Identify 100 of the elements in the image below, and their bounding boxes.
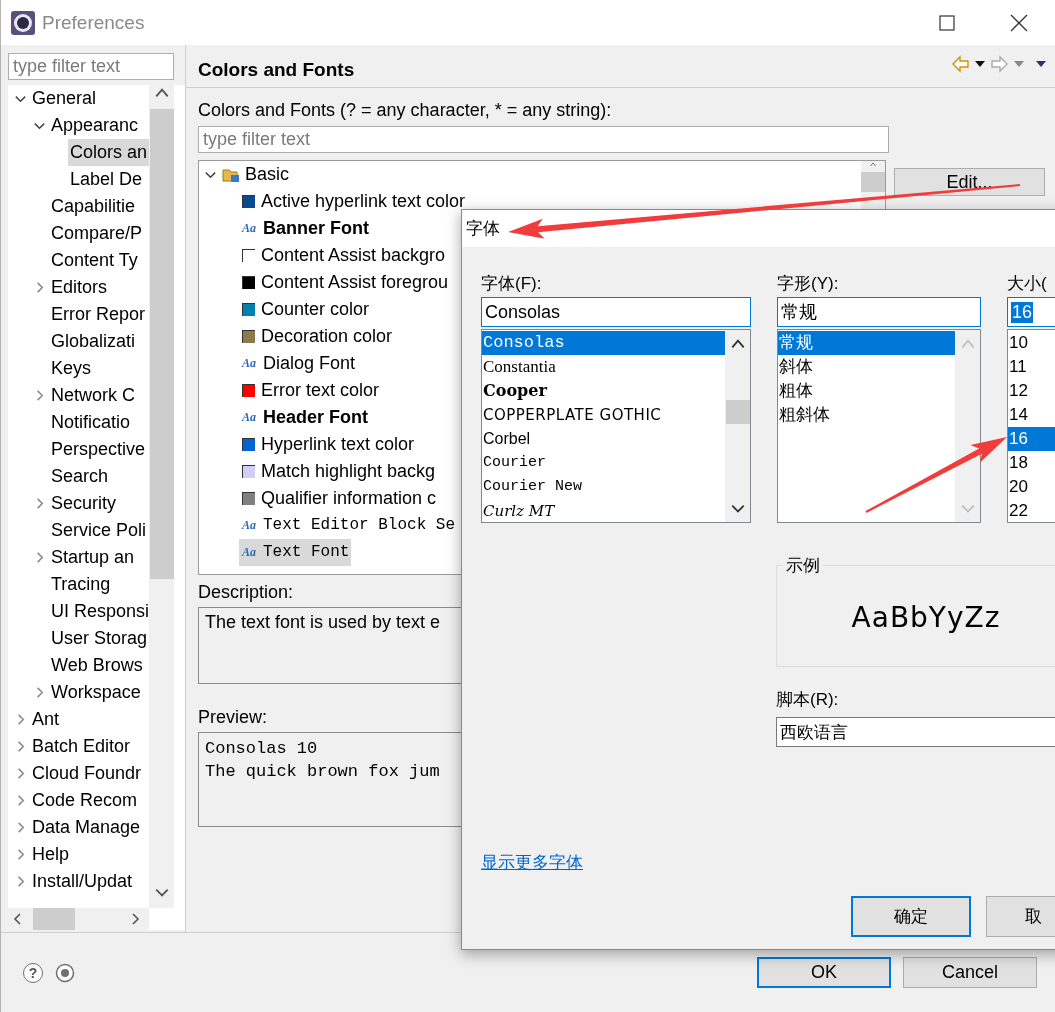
- tree-item[interactable]: Data Manage: [30, 814, 143, 841]
- tree-item[interactable]: Service Poli: [49, 517, 149, 544]
- list-item[interactable]: 14: [1008, 403, 1055, 427]
- tree-item[interactable]: Aa Banner Font: [239, 215, 371, 242]
- list-item[interactable]: 10: [1008, 331, 1055, 355]
- tree-item[interactable]: Content Assist foregrou: [239, 269, 451, 296]
- tree-item[interactable]: Startup an: [49, 544, 137, 571]
- dialog-button[interactable]: 确定: [851, 896, 972, 937]
- list-item[interactable]: Constantia: [482, 355, 725, 379]
- scrollbar-thumb[interactable]: [33, 908, 75, 930]
- scrollbar-thumb[interactable]: [861, 172, 885, 192]
- back-arrow-icon: [951, 55, 970, 73]
- tree-item[interactable]: Keys: [49, 355, 94, 382]
- tree-item[interactable]: Install/Updat: [30, 868, 135, 895]
- list-item[interactable]: 18: [1008, 451, 1055, 475]
- tree-item[interactable]: General: [30, 85, 99, 112]
- dialog-button[interactable]: OK: [757, 957, 891, 988]
- tree-item[interactable]: Cloud Foundr: [30, 760, 144, 787]
- scrollbar[interactable]: [8, 908, 149, 930]
- tree-item[interactable]: Batch Editor: [30, 733, 133, 760]
- list-box[interactable]: 10 11 12 14 16 18 20 22: [1007, 329, 1055, 523]
- tree-item[interactable]: Hyperlink text color: [239, 431, 417, 458]
- circle-dot-icon[interactable]: [55, 962, 75, 983]
- tree-item[interactable]: Colors an: [68, 139, 149, 166]
- tree-item[interactable]: Compare/P: [49, 220, 145, 247]
- filter-field[interactable]: type filter text: [198, 126, 889, 153]
- tree-item[interactable]: Web Brows: [49, 652, 145, 679]
- script-dropdown[interactable]: 西欧语言: [776, 717, 1055, 747]
- scrollbar[interactable]: [149, 85, 174, 908]
- tree-item[interactable]: Content Assist backgro: [239, 242, 448, 269]
- input-field[interactable]: 常规: [777, 297, 981, 327]
- tree-item[interactable]: Label De: [68, 166, 145, 193]
- tree-item[interactable]: Notificatio: [49, 409, 133, 436]
- scrollbar-thumb[interactable]: [725, 400, 750, 424]
- tree-item[interactable]: User Storag: [49, 625, 149, 652]
- tree-item[interactable]: Aa Dialog Font: [239, 350, 358, 377]
- list-item[interactable]: 斜体: [778, 355, 955, 379]
- font-icon: Aa: [242, 221, 257, 236]
- list-item[interactable]: 常规: [778, 331, 955, 355]
- list-box[interactable]: 常规 斜体 粗体 粗斜体: [777, 329, 981, 523]
- tree-item[interactable]: Globalizati: [49, 328, 138, 355]
- tree-item[interactable]: Network C: [49, 382, 137, 409]
- tree-item[interactable]: Perspective: [49, 436, 148, 463]
- tree-item[interactable]: Capabilitie: [49, 193, 138, 220]
- tree-item[interactable]: Aa Text Font: [239, 539, 352, 566]
- font-icon: Aa: [242, 518, 257, 533]
- tree-item[interactable]: Decoration color: [239, 323, 395, 350]
- scrollbar[interactable]: [861, 161, 885, 192]
- edit-button[interactable]: Edit...: [894, 168, 1045, 196]
- tree-item[interactable]: Basic: [245, 161, 289, 188]
- tree-item[interactable]: Error Repor: [49, 301, 148, 328]
- tree-item[interactable]: UI Responsi: [49, 598, 149, 625]
- description-text: The text font is used by text e: [205, 612, 441, 632]
- scrollbar-thumb[interactable]: [149, 109, 174, 579]
- list-item[interactable]: COPPERPLATE GOTHIC: [482, 403, 725, 427]
- tree-item[interactable]: Content Ty: [49, 247, 140, 274]
- tree-item[interactable]: Active hyperlink text color: [239, 188, 468, 215]
- font-icon: Aa: [242, 356, 257, 371]
- list-item[interactable]: 12: [1008, 379, 1055, 403]
- tree-item[interactable]: Tracing: [49, 571, 113, 598]
- dialog-title: 字体: [466, 218, 500, 240]
- tree-item[interactable]: Aa Text Editor Block Se: [239, 512, 458, 539]
- list-item[interactable]: 22: [1008, 499, 1055, 522]
- list-item[interactable]: Corbel: [482, 427, 725, 451]
- list-item[interactable]: Courier: [482, 451, 725, 475]
- filter-field[interactable]: type filter text: [8, 53, 174, 80]
- input-field[interactable]: 16: [1007, 297, 1055, 327]
- tree-item[interactable]: Code Recom: [30, 787, 140, 814]
- tree-item[interactable]: Security: [49, 490, 119, 517]
- dialog-button[interactable]: Cancel: [903, 957, 1037, 988]
- tree-item[interactable]: Error text color: [239, 377, 382, 404]
- dialog-button[interactable]: 取: [986, 896, 1055, 937]
- input-field[interactable]: Consolas: [481, 297, 751, 327]
- help-button[interactable]: ?: [23, 962, 43, 983]
- list-item[interactable]: Cooper: [482, 379, 725, 403]
- more-fonts-link[interactable]: 显示更多字体: [481, 851, 583, 874]
- tree-item[interactable]: Search: [49, 463, 111, 490]
- tree-item[interactable]: Counter color: [239, 296, 372, 323]
- list-box[interactable]: Consolas Constantia Cooper COPPERPLATE GOTHIC Corbel Courier Courier New Curlz MT: [481, 329, 751, 523]
- scrollbar[interactable]: [725, 330, 750, 522]
- tree-item[interactable]: Help: [30, 841, 72, 868]
- tree-item[interactable]: Aa Header Font: [239, 404, 370, 431]
- tree-item[interactable]: Editors: [49, 274, 110, 301]
- tree-item[interactable]: Match highlight backg: [239, 458, 438, 485]
- list-item[interactable]: 粗体: [778, 379, 955, 403]
- list-item[interactable]: 粗斜体: [778, 403, 955, 427]
- tree-item[interactable]: Appearanc: [49, 112, 141, 139]
- font-icon: Aa: [242, 410, 257, 425]
- list-item[interactable]: 11: [1008, 355, 1055, 379]
- tree-item[interactable]: Ant: [30, 706, 62, 733]
- folder-icon: [222, 166, 240, 183]
- list-item[interactable]: 16: [1008, 427, 1055, 451]
- tree-item[interactable]: Qualifier information c: [239, 485, 439, 512]
- list-item[interactable]: Consolas: [482, 331, 725, 355]
- list-item[interactable]: Courier New: [482, 475, 725, 499]
- tree-item[interactable]: Workspace: [49, 679, 143, 706]
- list-item[interactable]: 20: [1008, 475, 1055, 499]
- field-label: 字形(Y):: [777, 273, 840, 295]
- gear-icon: [11, 10, 35, 35]
- list-item[interactable]: Curlz MT: [482, 499, 725, 522]
